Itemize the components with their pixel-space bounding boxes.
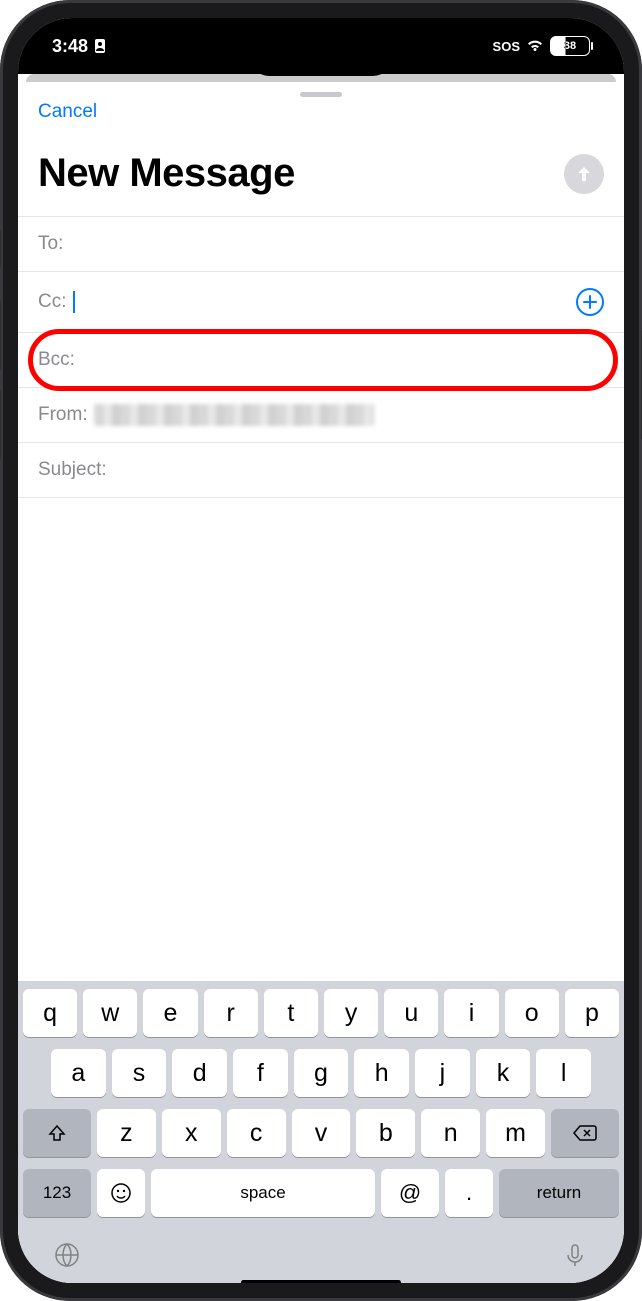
globe-icon[interactable] xyxy=(53,1241,81,1269)
to-label: To: xyxy=(38,233,63,255)
keyboard-row-4: 123 space @ . return xyxy=(23,1169,619,1217)
to-input[interactable] xyxy=(69,233,604,255)
send-button[interactable] xyxy=(564,154,604,194)
subject-label: Subject: xyxy=(38,459,107,481)
mic-icon[interactable] xyxy=(561,1241,589,1269)
cancel-button[interactable]: Cancel xyxy=(38,101,97,122)
key-space[interactable]: space xyxy=(151,1169,375,1217)
battery-indicator: 38 xyxy=(550,36,590,56)
from-field-row[interactable]: From: xyxy=(18,388,624,443)
key-h[interactable]: h xyxy=(354,1049,409,1097)
to-field-row[interactable]: To: xyxy=(18,216,624,272)
key-u[interactable]: u xyxy=(384,989,438,1037)
subject-field-row[interactable]: Subject: xyxy=(18,443,624,498)
key-x[interactable]: x xyxy=(162,1109,221,1157)
contact-card-icon xyxy=(92,38,108,54)
volume-up xyxy=(0,300,1,370)
arrow-up-icon xyxy=(574,164,594,184)
key-q[interactable]: q xyxy=(23,989,77,1037)
cc-input[interactable] xyxy=(75,291,577,313)
keyboard-footer xyxy=(23,1229,619,1283)
key-r[interactable]: r xyxy=(204,989,258,1037)
key-l[interactable]: l xyxy=(536,1049,591,1097)
dynamic-island xyxy=(251,40,391,76)
phone-frame: 3:48 SOS 38 Cancel New Message xyxy=(0,0,642,1301)
backspace-icon xyxy=(573,1124,597,1142)
key-f[interactable]: f xyxy=(233,1049,288,1097)
key-a[interactable]: a xyxy=(51,1049,106,1097)
screen: 3:48 SOS 38 Cancel New Message xyxy=(18,18,624,1283)
status-time: 3:48 xyxy=(52,36,88,57)
shift-icon xyxy=(47,1123,67,1143)
cc-label: Cc: xyxy=(38,291,67,313)
keyboard-row-1: q w e r t y u i o p xyxy=(23,989,619,1037)
key-w[interactable]: w xyxy=(83,989,137,1037)
cc-field-row[interactable]: Cc: xyxy=(18,272,624,333)
key-delete[interactable] xyxy=(551,1109,619,1157)
add-contact-button[interactable] xyxy=(576,288,604,316)
key-shift[interactable] xyxy=(23,1109,91,1157)
sos-indicator: SOS xyxy=(493,39,520,54)
keyboard: q w e r t y u i o p a s d f g h xyxy=(18,981,624,1283)
key-b[interactable]: b xyxy=(356,1109,415,1157)
key-m[interactable]: m xyxy=(486,1109,545,1157)
key-numbers[interactable]: 123 xyxy=(23,1169,91,1217)
key-i[interactable]: i xyxy=(444,989,498,1037)
keyboard-row-3: z x c v b n m xyxy=(23,1109,619,1157)
compose-sheet: Cancel New Message To: Cc: xyxy=(18,92,624,1283)
bcc-label: Bcc: xyxy=(38,349,75,371)
key-k[interactable]: k xyxy=(476,1049,531,1097)
plus-icon xyxy=(583,295,597,309)
home-indicator[interactable] xyxy=(241,1280,401,1283)
key-emoji[interactable] xyxy=(97,1169,145,1217)
from-email-redacted xyxy=(94,404,374,426)
key-j[interactable]: j xyxy=(415,1049,470,1097)
volume-down xyxy=(0,390,1,460)
key-n[interactable]: n xyxy=(421,1109,480,1157)
key-o[interactable]: o xyxy=(505,989,559,1037)
from-label: From: xyxy=(38,404,88,426)
bcc-input[interactable] xyxy=(81,349,604,371)
key-p[interactable]: p xyxy=(565,989,619,1037)
silent-switch xyxy=(0,230,1,268)
key-z[interactable]: z xyxy=(97,1109,156,1157)
subject-input[interactable] xyxy=(113,459,604,481)
key-y[interactable]: y xyxy=(324,989,378,1037)
key-d[interactable]: d xyxy=(172,1049,227,1097)
key-v[interactable]: v xyxy=(292,1109,351,1157)
key-period[interactable]: . xyxy=(445,1169,493,1217)
key-c[interactable]: c xyxy=(227,1109,286,1157)
key-g[interactable]: g xyxy=(294,1049,349,1097)
emoji-icon xyxy=(109,1181,133,1205)
key-t[interactable]: t xyxy=(264,989,318,1037)
wifi-icon xyxy=(526,39,544,53)
bcc-field-row[interactable]: Bcc: xyxy=(18,333,624,388)
key-at[interactable]: @ xyxy=(381,1169,439,1217)
compose-title: New Message xyxy=(38,151,295,196)
keyboard-row-2: a s d f g h j k l xyxy=(23,1049,619,1097)
key-return[interactable]: return xyxy=(499,1169,619,1217)
key-s[interactable]: s xyxy=(112,1049,167,1097)
key-e[interactable]: e xyxy=(143,989,197,1037)
